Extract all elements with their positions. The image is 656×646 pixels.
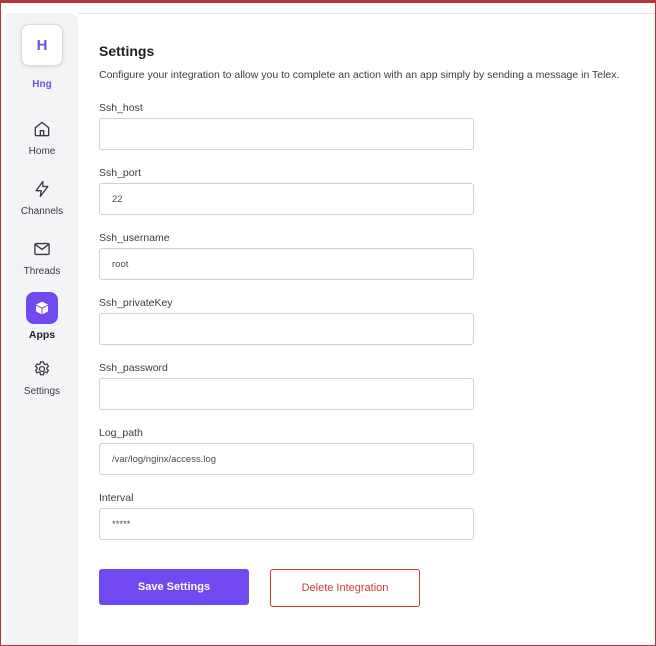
cube-icon (36, 301, 48, 315)
field-ssh-username: Ssh_username (99, 231, 474, 280)
settings-panel: Settings Configure your integration to a… (99, 41, 649, 607)
field-label: Ssh_host (99, 102, 143, 114)
field-label: Ssh_password (99, 362, 168, 374)
lightning-icon (35, 180, 49, 198)
ssh-password-input[interactable] (99, 378, 474, 410)
sidebar-item-apps[interactable]: Apps (6, 292, 78, 341)
sidebar-item-settings[interactable]: Settings (6, 359, 78, 397)
field-label: Log_path (99, 427, 143, 439)
field-interval: Interval (99, 491, 474, 540)
home-icon (34, 121, 50, 137)
sidebar-item-label: Settings (23, 386, 61, 397)
field-ssh-port: Ssh_port (99, 166, 474, 215)
interval-input[interactable] (99, 508, 474, 540)
sidebar-item-label: Apps (28, 329, 56, 341)
field-label: Interval (99, 492, 134, 504)
field-label: Ssh_username (99, 232, 170, 244)
save-settings-button[interactable]: Save Settings (99, 569, 249, 605)
app-window: H Hng Home Channels Threads Apps Setting… (0, 0, 656, 646)
sidebar-item-label: Channels (20, 206, 64, 217)
log-path-input[interactable] (99, 443, 474, 475)
field-log-path: Log_path (99, 426, 474, 475)
sidebar-item-label: Home (28, 146, 56, 157)
workspace-avatar[interactable]: H (21, 24, 63, 66)
sidebar-item-home[interactable]: Home (6, 119, 78, 157)
apps-icon-box (26, 292, 58, 324)
page-description: Configure your integration to allow you … (99, 69, 620, 81)
field-label: Ssh_privateKey (99, 297, 173, 309)
gear-icon (34, 361, 50, 376)
ssh-username-input[interactable] (99, 248, 474, 280)
mail-icon (34, 242, 50, 256)
sidebar: H Hng Home Channels Threads Apps Setting… (6, 13, 78, 645)
workspace-name: Hng (32, 79, 52, 90)
field-label: Ssh_port (99, 167, 142, 179)
ssh-private-key-input[interactable] (99, 313, 474, 345)
sidebar-item-channels[interactable]: Channels (6, 179, 78, 217)
sidebar-item-threads[interactable]: Threads (6, 239, 78, 277)
header-divider (78, 13, 655, 14)
field-ssh-private-key: Ssh_privateKey (99, 296, 474, 345)
delete-integration-button[interactable]: Delete Integration (270, 569, 420, 607)
page-title: Settings (99, 43, 155, 59)
ssh-port-input[interactable] (99, 183, 474, 215)
sidebar-item-label: Threads (23, 266, 61, 277)
field-ssh-password: Ssh_password (99, 361, 474, 410)
field-ssh-host: Ssh_host (99, 101, 474, 150)
ssh-host-input[interactable] (99, 118, 474, 150)
